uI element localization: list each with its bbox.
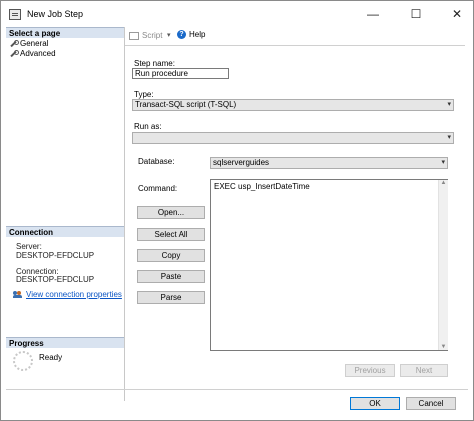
type-select-value: Transact-SQL script (T-SQL): [135, 100, 237, 109]
select-all-button[interactable]: Select All: [137, 228, 205, 241]
run-as-select[interactable]: ▾: [132, 132, 454, 144]
progress-header: Progress: [6, 337, 124, 348]
page-item-label: General: [20, 39, 49, 48]
paste-button[interactable]: Paste: [137, 270, 205, 283]
select-page-header: Select a page: [6, 27, 124, 38]
page-item-advanced[interactable]: Advanced: [10, 49, 56, 58]
title-bar: New Job Step — ☐ ✕: [1, 1, 473, 27]
minimize-button[interactable]: —: [355, 1, 391, 27]
script-icon: [129, 31, 139, 40]
footer-divider: [6, 389, 468, 390]
maximize-button[interactable]: ☐: [398, 1, 434, 27]
command-scrollbar[interactable]: ▲ ▼: [438, 180, 448, 350]
chevron-down-icon: ▾: [447, 101, 451, 108]
database-label: Database:: [138, 157, 175, 166]
database-select-value: sqlserverguides: [213, 158, 270, 167]
help-button[interactable]: ? Help: [177, 30, 205, 39]
toolbar: Script ▾ ? Help: [125, 29, 465, 43]
server-label: Server:: [16, 242, 42, 251]
progress-status: Ready: [39, 353, 63, 362]
view-connection-properties-text[interactable]: View connection properties: [26, 290, 122, 299]
step-name-input[interactable]: Run procedure: [132, 68, 229, 79]
close-button[interactable]: ✕: [439, 1, 473, 27]
open-button[interactable]: Open...: [137, 206, 205, 219]
script-label: Script: [142, 31, 163, 40]
window-title: New Job Step: [27, 9, 84, 19]
cancel-button[interactable]: Cancel: [406, 397, 456, 410]
scroll-down-icon[interactable]: ▼: [439, 344, 448, 350]
left-pane: Select a page General Advanced Connectio…: [6, 27, 125, 401]
connection-properties-icon: [13, 290, 22, 299]
view-connection-properties-link[interactable]: View connection properties: [13, 290, 122, 299]
type-label: Type:: [134, 90, 154, 99]
toolbar-divider: [125, 45, 465, 46]
ok-button[interactable]: OK: [350, 397, 400, 410]
parse-button[interactable]: Parse: [137, 291, 205, 304]
run-as-label: Run as:: [134, 122, 162, 131]
script-button[interactable]: Script: [129, 31, 162, 40]
page-item-label: Advanced: [20, 49, 56, 58]
copy-button[interactable]: Copy: [137, 249, 205, 262]
step-name-label: Step name:: [134, 59, 175, 68]
connection-value: DESKTOP-EFDCLUP: [16, 275, 95, 284]
new-job-step-window: New Job Step — ☐ ✕ Select a page General…: [0, 0, 474, 421]
type-select[interactable]: Transact-SQL script (T-SQL) ▾: [132, 99, 454, 111]
next-button[interactable]: Next: [400, 364, 448, 377]
chevron-down-icon: ▾: [441, 159, 445, 166]
chevron-down-icon: ▾: [447, 134, 451, 141]
window-icon: [9, 9, 21, 20]
wrench-icon: [10, 40, 19, 47]
help-icon: ?: [177, 30, 186, 39]
scroll-up-icon[interactable]: ▲: [439, 180, 448, 186]
help-label: Help: [189, 30, 206, 39]
server-value: DESKTOP-EFDCLUP: [16, 251, 95, 260]
page-item-general[interactable]: General: [10, 39, 48, 48]
database-select[interactable]: sqlserverguides ▾: [210, 157, 448, 169]
command-text: EXEC usp_InsertDateTime: [214, 182, 310, 191]
script-dropdown-icon[interactable]: ▾: [167, 31, 171, 39]
command-label: Command:: [138, 184, 178, 193]
connection-header: Connection: [6, 226, 124, 237]
previous-button[interactable]: Previous: [345, 364, 395, 377]
progress-spinner-icon: [13, 351, 33, 371]
wrench-icon: [10, 50, 19, 57]
command-textarea[interactable]: EXEC usp_InsertDateTime: [210, 179, 448, 351]
